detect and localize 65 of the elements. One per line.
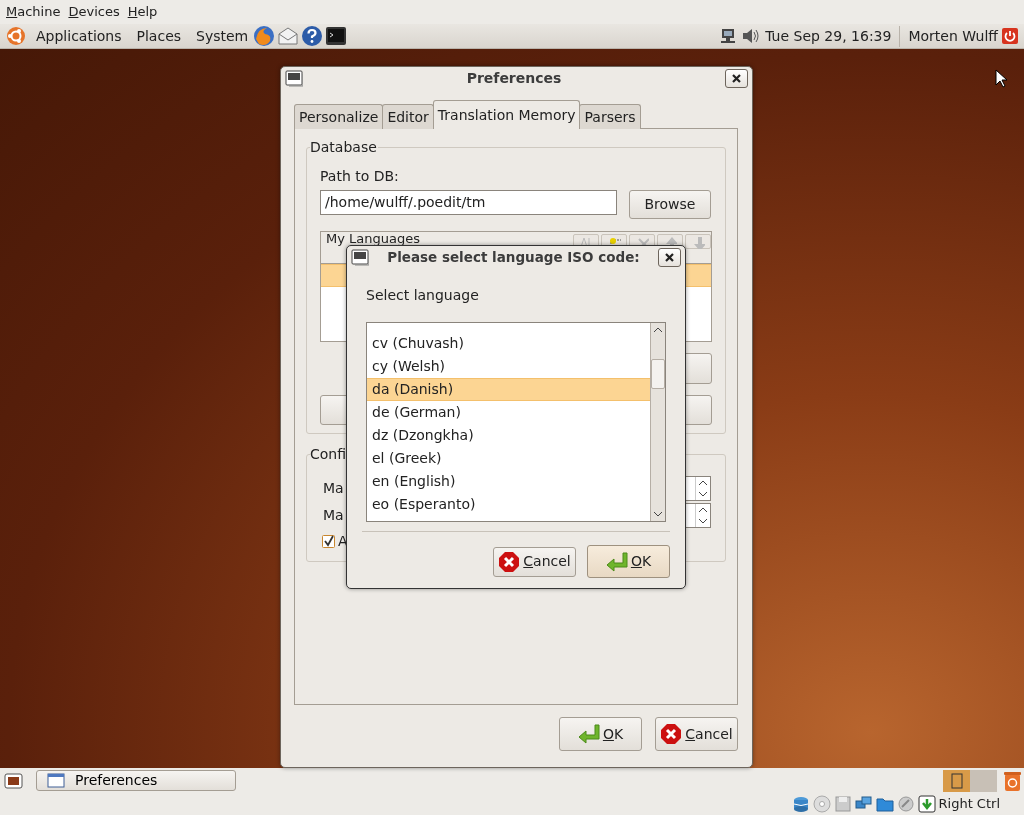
list-item[interactable]: eo (Esperanto) <box>367 493 650 516</box>
mail-icon[interactable] <box>277 25 300 47</box>
list-item[interactable]: en (English) <box>367 470 650 493</box>
tab[interactable]: Translation Memory <box>432 100 581 129</box>
terminal-icon[interactable] <box>325 25 348 47</box>
list-item[interactable]: cv (Chuvash) <box>367 332 650 355</box>
host-key-label: Right Ctrl <box>938 795 1000 814</box>
trash-icon[interactable] <box>1003 769 1022 792</box>
user-name[interactable]: Morten Wulff <box>908 25 998 47</box>
menu-item[interactable]: Machine <box>2 2 65 22</box>
list-item[interactable]: el (Greek) <box>367 447 650 470</box>
cursor-icon <box>995 69 1008 88</box>
down-arrow-icon <box>691 235 705 249</box>
path-field[interactable]: /home/wulff/.poedit/tm <box>320 190 617 215</box>
list-header: My Languages <box>326 232 420 246</box>
volume-icon[interactable] <box>741 26 762 46</box>
prompt-label: Select language <box>366 286 480 305</box>
host-key-icon[interactable] <box>917 795 936 813</box>
checkbox[interactable] <box>322 534 335 548</box>
cancel-icon <box>660 723 683 745</box>
ok-button[interactable]: OK <box>587 545 670 578</box>
dialog-title: Please select language ISO code: <box>386 248 641 268</box>
tab[interactable]: Personalize <box>294 104 384 129</box>
taskbar-button[interactable]: Preferences <box>36 770 236 791</box>
tab[interactable]: Editor <box>382 104 434 129</box>
list-item[interactable]: dz (Dzongkha) <box>367 424 650 447</box>
power-icon[interactable] <box>1002 28 1018 44</box>
list-item[interactable]: de (German) <box>367 401 650 424</box>
show-desktop-icon[interactable] <box>4 771 24 790</box>
clock[interactable]: Tue Sep 29, 16:39 <box>765 25 901 47</box>
network-icon[interactable] <box>719 27 738 45</box>
browse-button[interactable]: Browse <box>629 190 711 219</box>
frame-label: Database <box>310 139 378 155</box>
browser-icon[interactable] <box>253 25 276 47</box>
panel-menu[interactable]: Places <box>136 25 182 47</box>
cancel-button[interactable]: Cancel <box>493 546 576 577</box>
folder-icon[interactable] <box>875 795 894 813</box>
frame-label: Confi <box>310 446 348 462</box>
menu-item[interactable]: Devices <box>64 2 124 22</box>
scrollbar[interactable] <box>650 323 665 521</box>
menu-item[interactable]: Help <box>123 2 162 22</box>
close-button[interactable] <box>658 248 681 267</box>
panel-menu[interactable]: System <box>196 25 249 47</box>
window-icon <box>47 773 65 788</box>
list-item[interactable]: da (Danish) <box>367 378 650 401</box>
ubuntu-logo-icon[interactable] <box>6 26 26 46</box>
close-button[interactable] <box>725 68 748 88</box>
field-label: Ma <box>323 506 344 525</box>
enter-arrow-icon <box>577 723 600 745</box>
panel-menu[interactable]: Applications <box>36 25 122 47</box>
list-item[interactable]: cy (Welsh) <box>367 355 650 378</box>
window-title: Preferences <box>465 68 563 88</box>
tab[interactable]: Parsers <box>579 104 641 129</box>
cancel-button[interactable]: Cancel <box>655 717 738 751</box>
workspace-switcher[interactable] <box>943 769 997 792</box>
field-label: Ma <box>323 479 344 498</box>
help-icon[interactable] <box>301 25 324 47</box>
enter-arrow-icon <box>605 550 628 573</box>
scroll-thumb[interactable] <box>651 359 665 389</box>
hard-disk-icon[interactable] <box>791 795 810 813</box>
field-label: Path to DB: <box>320 167 400 186</box>
cancel-icon <box>498 550 521 573</box>
window-menu-icon[interactable] <box>285 69 303 87</box>
window-menu-icon[interactable] <box>351 249 369 266</box>
ok-button[interactable]: OK <box>559 717 642 751</box>
